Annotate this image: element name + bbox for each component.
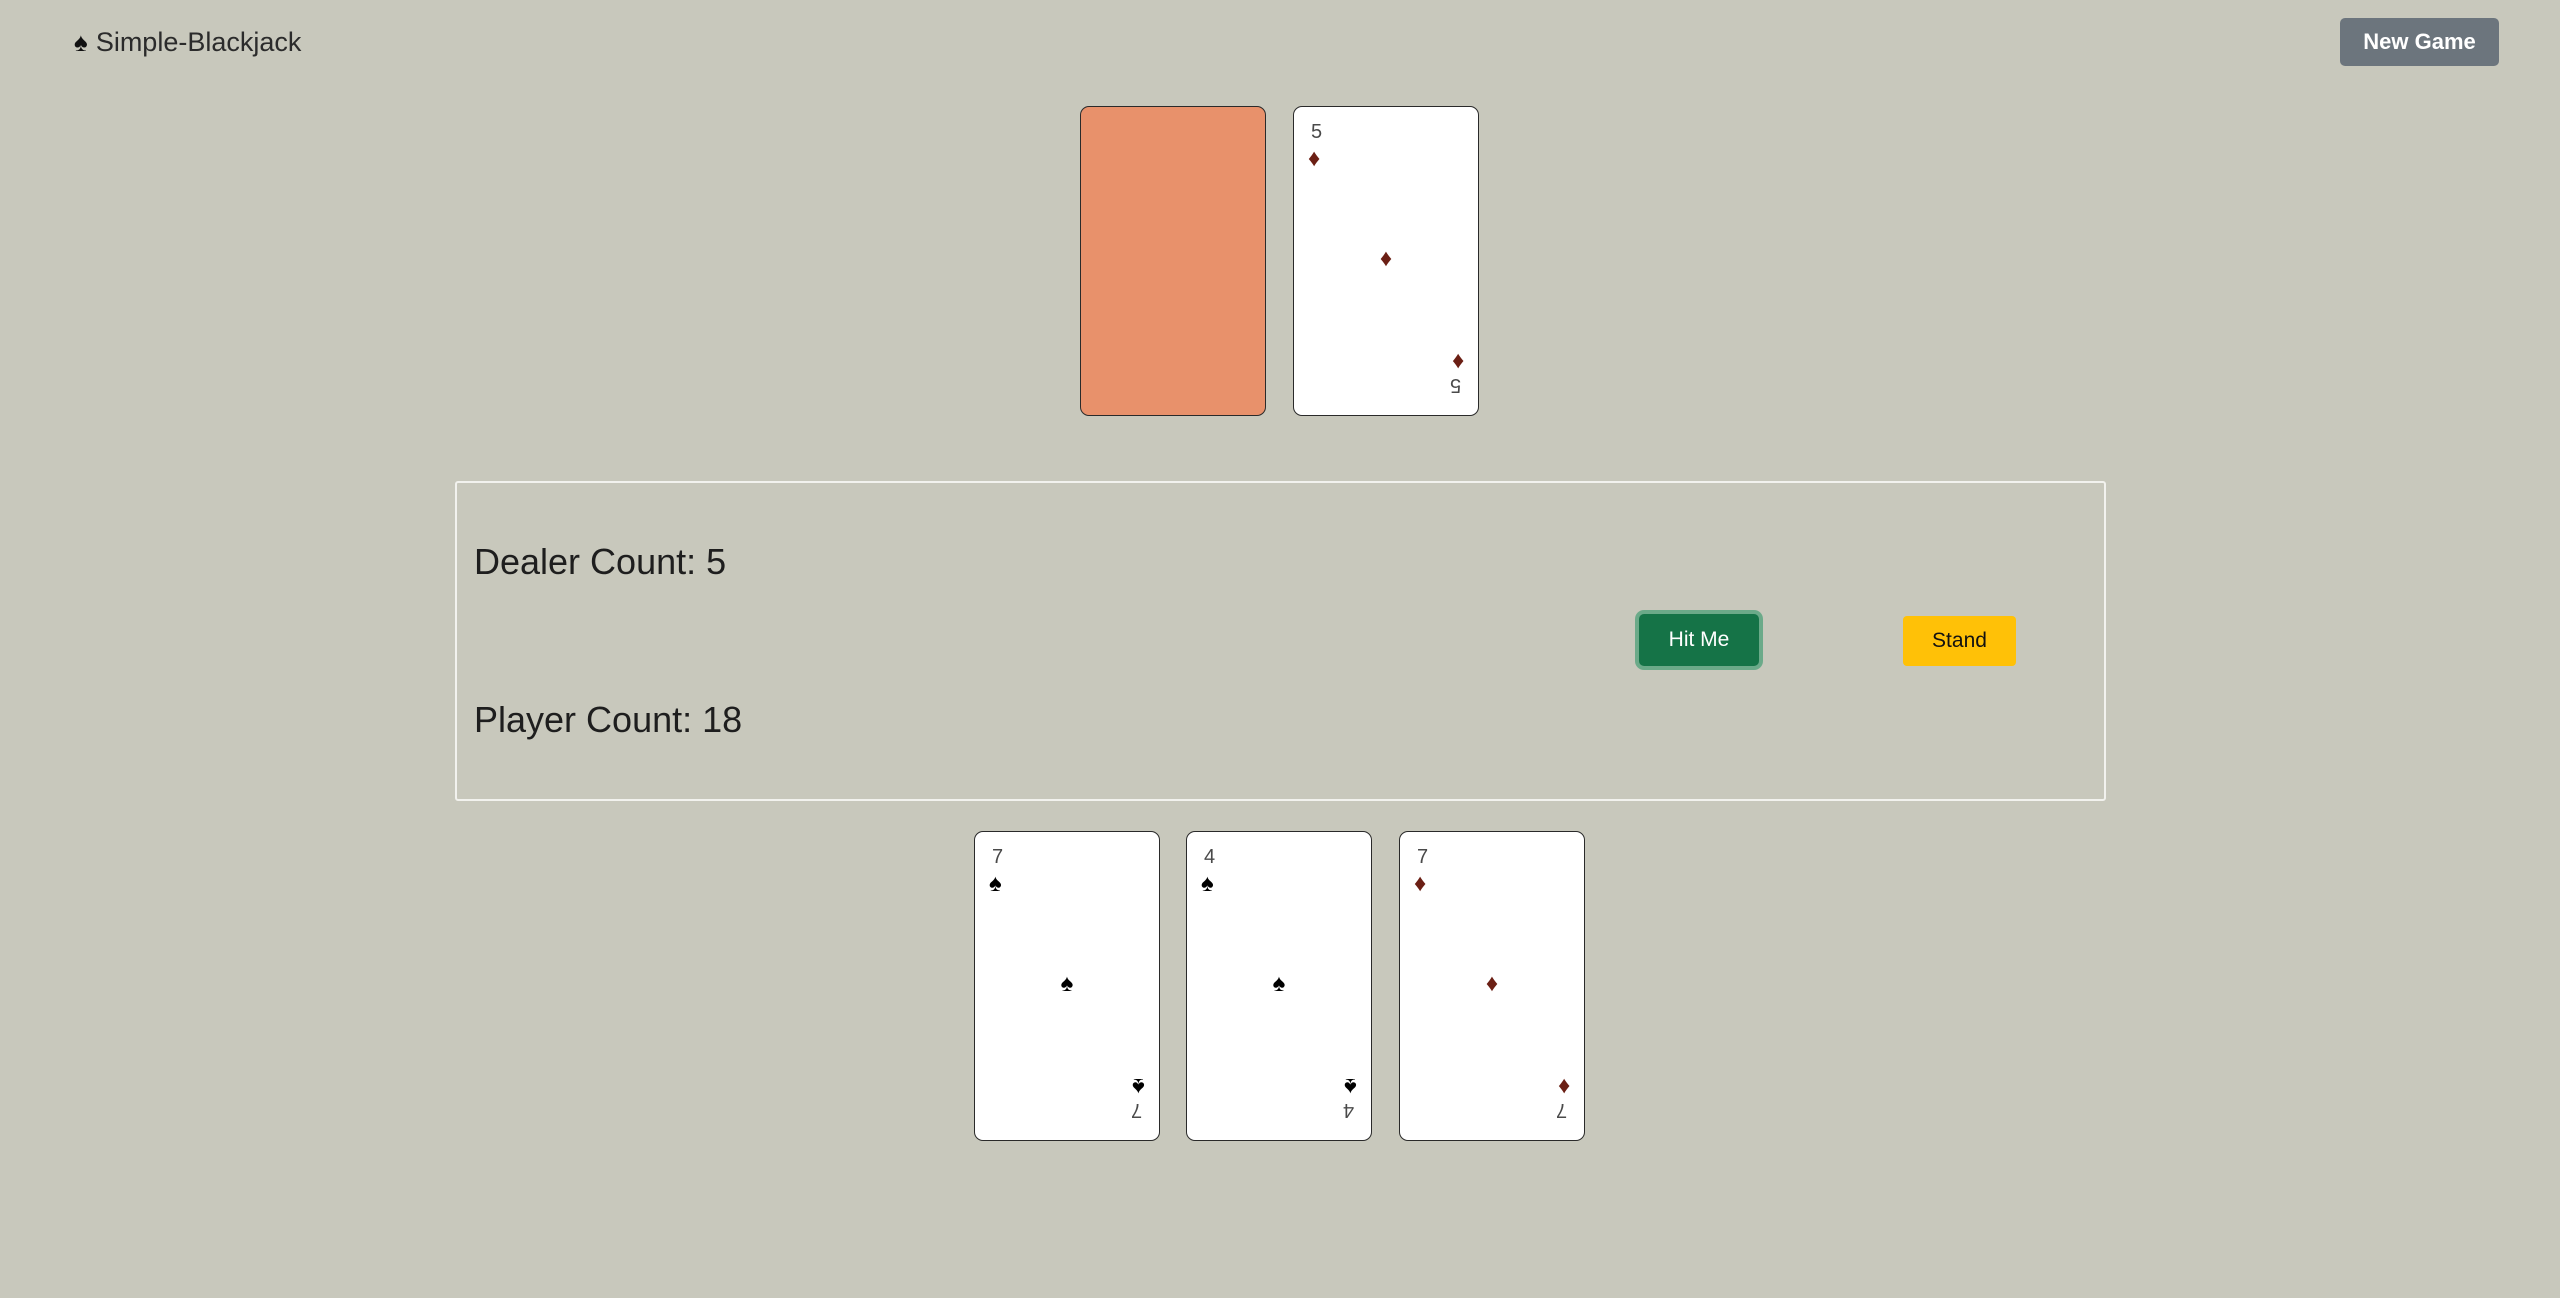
- spade-icon: ♠: [1344, 1073, 1357, 1100]
- diamond-icon: ♦: [1485, 970, 1499, 997]
- spade-icon: ♠: [74, 27, 88, 57]
- card-rank: 7: [992, 846, 1004, 868]
- brand-title: Simple-Blackjack: [95, 26, 302, 57]
- card-rank: 5: [1311, 121, 1323, 143]
- game-status-panel: Dealer Count: 5 Player Count: 18 Hit Me …: [455, 481, 2106, 801]
- spade-icon: ♠: [1272, 970, 1286, 997]
- card-rank: 4: [1204, 846, 1216, 868]
- new-game-button[interactable]: New Game: [2340, 18, 2499, 66]
- diamond-icon: ♦: [1308, 145, 1321, 172]
- card-rank: 7: [1555, 1099, 1567, 1121]
- hit-me-button[interactable]: Hit Me: [1639, 614, 1759, 666]
- stand-button[interactable]: Stand: [1903, 616, 2016, 666]
- spade-icon: ♠: [1201, 870, 1214, 897]
- dealer-count: Dealer Count: 5: [474, 541, 727, 582]
- player-count: Player Count: 18: [474, 699, 743, 740]
- card-rank: 5: [1449, 374, 1461, 396]
- spade-icon: ♠: [1132, 1073, 1145, 1100]
- brand[interactable]: ♠ Simple-Blackjack: [74, 22, 301, 62]
- diamond-icon: ♦: [1379, 245, 1393, 272]
- blackjack-app: ♠ Simple-Blackjack New Game 5 ♦ ♦ ♦ 5 De…: [0, 0, 2560, 1298]
- spade-icon: ♠: [1060, 970, 1074, 997]
- card-rank: 7: [1417, 846, 1429, 868]
- player-card-7-diamonds: 7 ♦ ♦ ♦ 7: [1399, 831, 1585, 1141]
- diamond-icon: ♦: [1414, 870, 1427, 897]
- diamond-icon: ♦: [1451, 348, 1464, 375]
- card-rank: 7: [1130, 1099, 1142, 1121]
- player-card-4-spades: 4 ♠ ♠ ♠ 4: [1186, 831, 1372, 1141]
- player-card-7-spades: 7 ♠ ♠ ♠ 7: [974, 831, 1160, 1141]
- card-rank: 4: [1342, 1099, 1354, 1121]
- diamond-icon: ♦: [1557, 1073, 1570, 1100]
- dealer-card-5-diamonds: 5 ♦ ♦ ♦ 5: [1293, 106, 1479, 416]
- dealer-card-face-down: [1080, 106, 1266, 416]
- spade-icon: ♠: [989, 870, 1002, 897]
